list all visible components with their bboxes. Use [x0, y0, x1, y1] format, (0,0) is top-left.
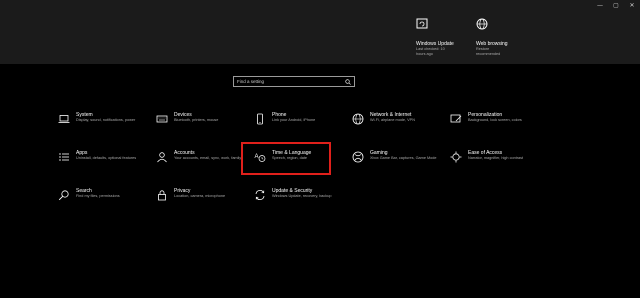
- category-desc: Narrator, magnifier, high contrast: [468, 156, 524, 160]
- search-input[interactable]: [237, 79, 327, 84]
- phone-icon: [257, 113, 263, 125]
- paintbrush-icon: [450, 114, 462, 123]
- ease-of-access-icon: [450, 151, 462, 163]
- category-gaming[interactable]: Gaming Xbox Game Bar, captures, Game Mod…: [352, 150, 452, 180]
- minimize-button[interactable]: —: [592, 0, 608, 10]
- sync-icon: [255, 190, 265, 200]
- category-devices[interactable]: Devices Bluetooth, printers, mouse: [156, 112, 256, 142]
- window-controls: — ▢ ✕: [592, 0, 640, 10]
- category-desc: Your accounts, email, sync, work, family: [174, 156, 242, 160]
- category-personalization[interactable]: Personalization Background, lock screen,…: [450, 112, 550, 142]
- category-desc: Windows Update, recovery, backup: [272, 194, 332, 198]
- person-icon: [157, 152, 167, 163]
- category-ease-of-access[interactable]: Ease of Access Narrator, magnifier, high…: [450, 150, 550, 180]
- category-desc: Wi-Fi, airplane mode, VPN: [370, 118, 415, 122]
- web-browsing-line2: recommended: [476, 52, 501, 56]
- maximize-button[interactable]: ▢: [608, 0, 624, 10]
- category-phone[interactable]: Phone Link your Android, iPhone: [254, 112, 354, 142]
- category-apps[interactable]: Apps Uninstall, defaults, optional featu…: [58, 150, 158, 180]
- category-desc: Xbox Game Bar, captures, Game Mode: [370, 156, 437, 160]
- category-desc: Uninstall, defaults, optional features: [76, 156, 137, 160]
- category-desc: Location, camera, microphone: [174, 194, 226, 198]
- category-desc: Find my files, permissions: [76, 194, 120, 198]
- xbox-icon: [352, 151, 364, 163]
- lock-icon: [158, 190, 166, 201]
- category-update-security[interactable]: Update & Security Windows Update, recove…: [254, 188, 354, 218]
- category-desc: Background, lock screen, colors: [468, 118, 522, 122]
- close-button[interactable]: ✕: [624, 0, 640, 10]
- globe-icon: [352, 113, 364, 125]
- keyboard-icon: [156, 115, 168, 123]
- category-desc: Bluetooth, printers, mouse: [174, 118, 219, 122]
- search-icon: [58, 190, 69, 201]
- apps-list-icon: [59, 153, 69, 161]
- windows-update-icon: [416, 18, 428, 29]
- laptop-icon: [58, 115, 70, 123]
- search-icon: [345, 78, 351, 85]
- category-system[interactable]: System Display, sound, notifications, po…: [58, 112, 158, 142]
- highlight-box: [241, 142, 331, 175]
- category-privacy[interactable]: Privacy Location, camera, microphone: [156, 188, 256, 218]
- search-box[interactable]: [233, 76, 355, 87]
- category-desc: Display, sound, notifications, power: [76, 118, 136, 122]
- category-search[interactable]: Search Find my files, permissions: [58, 188, 158, 218]
- category-desc: Link your Android, iPhone: [272, 118, 316, 122]
- globe-icon: [476, 18, 488, 30]
- category-network-internet[interactable]: Network & Internet Wi-Fi, airplane mode,…: [352, 112, 452, 142]
- web-browsing-tile[interactable]: Web browsing Restore recommended: [476, 18, 546, 57]
